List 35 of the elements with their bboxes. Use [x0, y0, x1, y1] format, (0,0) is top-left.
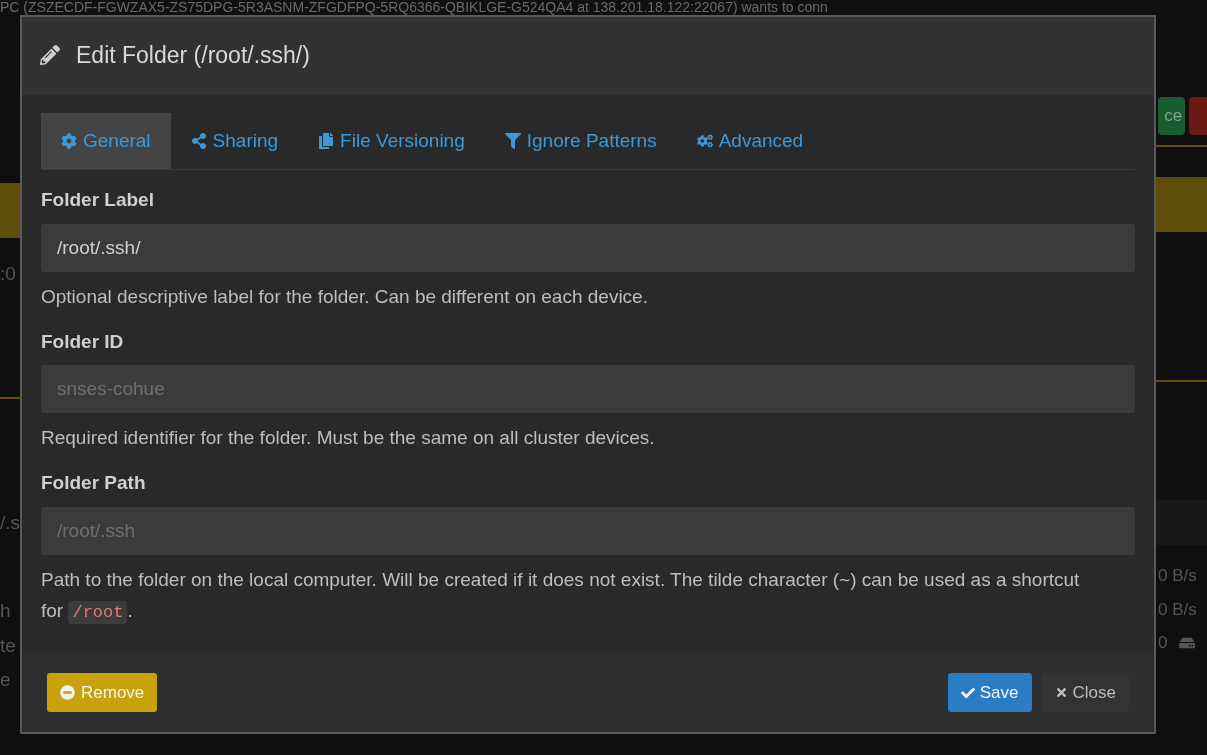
check-icon [960, 685, 975, 700]
background-text: :0 [0, 262, 17, 286]
gear-icon [61, 133, 77, 149]
help-text: Path to the folder on the local computer. Will be created if it does not exist. The tilde character (~) can be used as a shortcut for /root . [41, 567, 1081, 626]
background-text: 0 [1158, 632, 1168, 654]
tab[interactable]: File Versioning [298, 113, 485, 169]
close-icon [1054, 686, 1068, 699]
background-text: /.s [0, 510, 20, 535]
warning-bar [0, 183, 20, 238]
field-label: Folder Path [41, 471, 147, 495]
tab[interactable]: Ignore Patterns [484, 113, 677, 169]
background-text: e [0, 668, 12, 692]
help-text: Required identifier for the folder. Must be the same on all cluster devices. [41, 426, 656, 450]
warning-bar [1155, 177, 1207, 232]
field-label: Folder ID [41, 329, 125, 354]
tab[interactable]: General [41, 113, 171, 169]
gears-icon [696, 133, 713, 149]
background-text: 0 B/s [1157, 598, 1198, 621]
tab[interactable]: Sharing [170, 113, 299, 169]
dialog-title: Edit Folder (/root/.ssh/) [76, 40, 310, 70]
save-button[interactable]: Save [947, 673, 1032, 712]
help-text: Optional descriptive label for the folder. Can be different on each device. [41, 284, 649, 309]
field-label: Folder Label [41, 188, 155, 212]
share-icon [190, 133, 207, 149]
background-text: 0 B/s [1157, 565, 1198, 587]
copy-icon [318, 133, 335, 149]
background-text: h [0, 599, 12, 623]
minus-icon [60, 685, 75, 700]
background-text: te [0, 633, 17, 658]
code-snippet: /root [68, 600, 128, 624]
filter-icon [504, 133, 521, 149]
pencil-icon [40, 45, 60, 65]
tab[interactable]: Advanced [676, 113, 824, 169]
close-button[interactable]: Close [1041, 673, 1129, 712]
input-field[interactable]: /root/.ssh/ [41, 223, 1135, 272]
